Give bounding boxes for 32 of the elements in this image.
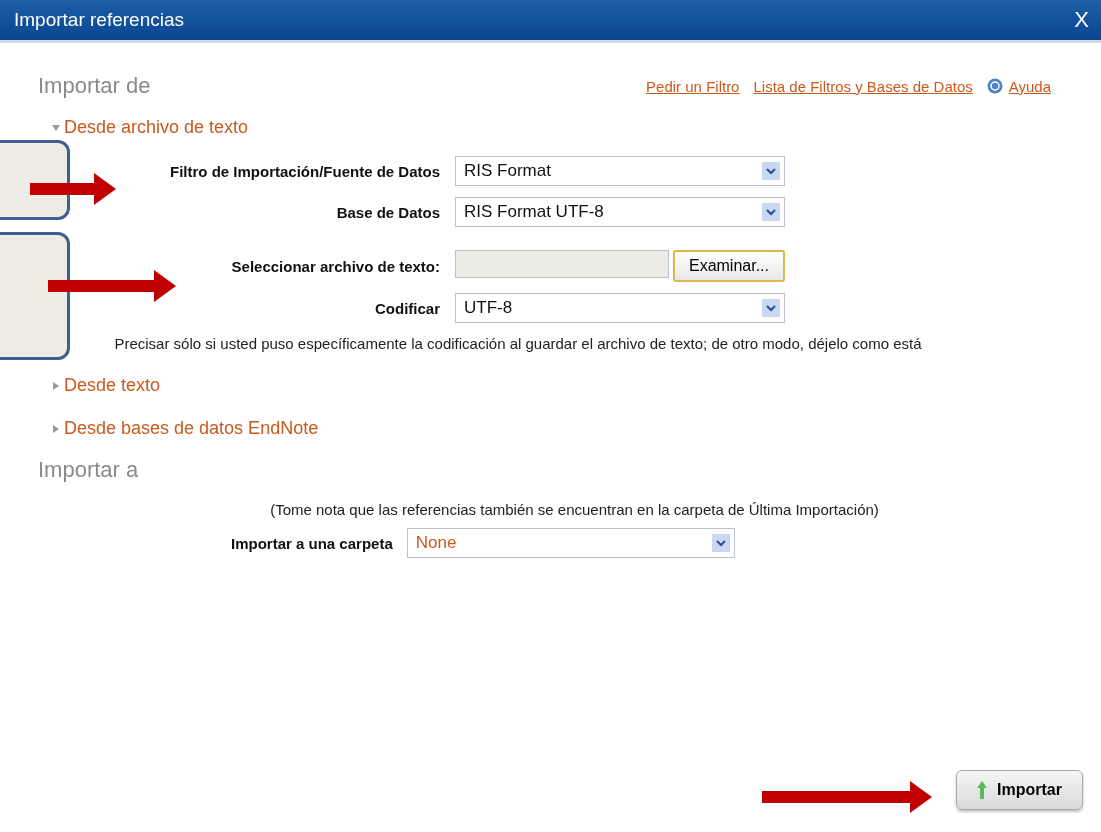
field-label: Codificar [374,299,440,317]
import-button[interactable]: Importar [956,770,1083,810]
arrow-icon [30,173,116,205]
arrow-icon [762,781,932,813]
window-title: Importar referencias [14,9,184,31]
section-heading: Importar de [38,73,151,99]
field-label: Importar a una carpeta [231,534,393,552]
field-label: Base de Datos [335,203,440,221]
dropdown-field[interactable]: RIS Format UTF-8 [455,197,785,227]
hint-text: Precisar sólo si usted puso específicamente la codificación al guardar el archivo de texto; de otro modo, déjelo como está [113,335,923,353]
dropdown-field[interactable]: RIS Format [455,156,785,186]
arrow-icon [48,270,176,302]
help-link[interactable]: Ayuda [986,77,1051,95]
section-heading: Importar a [38,457,140,483]
section-toggle-link[interactable]: Desde archivo de texto [64,117,249,138]
dropdown-field[interactable]: None [406,528,735,558]
help-icon [986,78,1003,94]
link[interactable]: Lista de Filtros y Bases de Datos [753,77,973,95]
close-button[interactable]: X [1072,7,1091,33]
browse-button[interactable]: Examinar... [672,250,785,282]
dropdown-field[interactable]: UTF-8 [455,293,785,323]
up-arrow-icon [977,781,988,799]
collapsed-triangle-icon[interactable] [52,381,60,390]
field-label: Seleccionar archivo de texto: [230,257,440,275]
field-label: Filtro de Importación/Fuente de Datos [168,162,440,180]
expanded-triangle-icon[interactable] [52,123,60,132]
section-toggle-link[interactable]: Desde bases de datos EndNote [64,418,319,439]
section-toggle-link[interactable]: Desde texto [64,375,161,396]
link[interactable]: Pedir un Filtro [646,77,740,95]
collapsed-triangle-icon[interactable] [52,424,60,433]
file-path-field[interactable] [455,250,669,278]
note-text: (Tome nota que las referencias también se encuentran en la carpeta de Última Importación) [269,501,880,518]
